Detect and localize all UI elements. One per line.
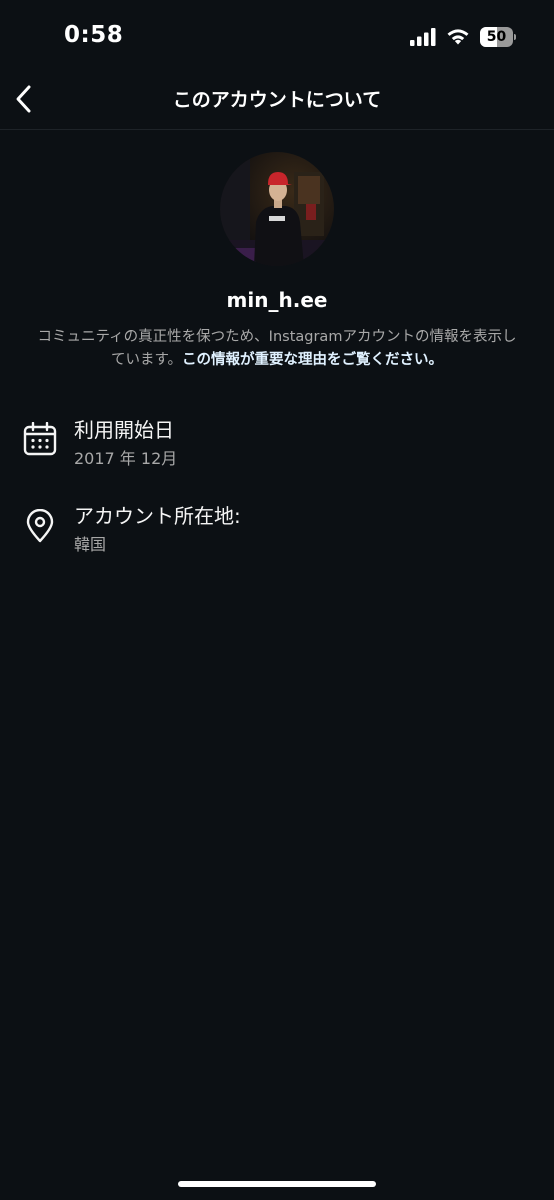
account-location-label: アカウント所在地:	[74, 504, 241, 528]
status-bar: 0:58 50	[0, 0, 554, 72]
date-joined-label: 利用開始日	[74, 418, 174, 442]
date-joined-value: 2017 年 12月	[74, 449, 178, 468]
status-time: 0:58	[64, 22, 124, 48]
nav-bar: このアカウントについて	[0, 72, 554, 130]
battery-level: 50	[486, 29, 507, 45]
home-indicator[interactable]	[178, 1181, 376, 1187]
username: min_h.ee	[226, 288, 328, 312]
cellular-signal-icon	[410, 28, 436, 46]
date-joined-row: 利用開始日 2017 年 12月	[0, 414, 554, 470]
wifi-icon	[447, 29, 469, 45]
battery-icon: 50	[480, 27, 516, 47]
location-pin-icon	[26, 509, 54, 543]
avatar	[220, 152, 334, 266]
why-important-link[interactable]: この情報が重要な理由をご覧ください。	[182, 352, 443, 368]
page-title: このアカウントについて	[172, 89, 382, 111]
account-location-value: 韓国	[74, 535, 107, 554]
account-info-description: コミュニティの真正性を保つため、Instagramアカウントの情報を表示していま…	[36, 326, 518, 372]
calendar-icon	[23, 422, 57, 456]
account-location-row: アカウント所在地: 韓国	[0, 500, 554, 556]
status-icons: 50	[410, 25, 516, 49]
profile-photo	[220, 152, 334, 266]
